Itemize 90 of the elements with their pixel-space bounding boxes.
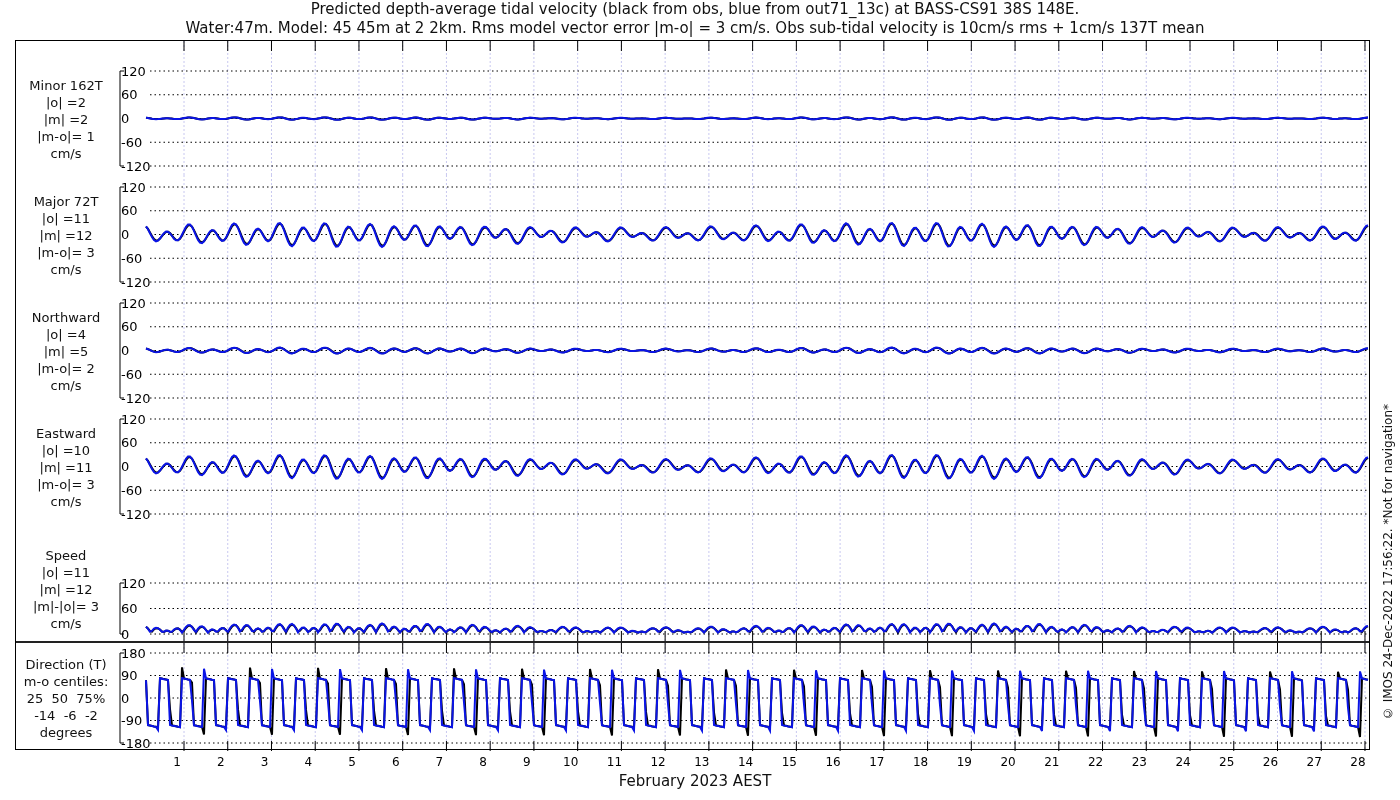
- panel-label: |o| =4: [46, 326, 86, 343]
- x-tick-label: 24: [1175, 755, 1191, 769]
- y-tick-label: 180: [121, 645, 146, 661]
- x-tick-label: 5: [348, 755, 356, 769]
- panel-label: Direction (T): [25, 656, 107, 673]
- x-tick-label: 6: [391, 755, 400, 769]
- y-tick-label: 120: [121, 295, 146, 311]
- panel-label: |m|-|o|= 3: [32, 598, 100, 615]
- x-tick-label: 26: [1262, 755, 1279, 769]
- x-tick-label: 13: [694, 755, 710, 769]
- panel-label: |o| =2: [46, 94, 86, 111]
- panel-label: |m| =2: [43, 111, 89, 128]
- y-tick-label: 60: [121, 601, 138, 616]
- x-tick-label: 9: [523, 755, 531, 769]
- panel-label: Speed: [45, 547, 87, 564]
- panel-label: |m| =12: [39, 581, 93, 598]
- y-tick-label: 0: [121, 690, 130, 706]
- x-tick-label: 27: [1306, 755, 1322, 769]
- panel-label: degrees: [39, 724, 93, 741]
- panel-label: -14 -6 -2: [34, 707, 98, 724]
- y-tick-label: 60: [121, 203, 138, 219]
- panel-label: Eastward: [36, 425, 96, 442]
- y-tick-label: 0: [121, 459, 130, 474]
- panel-label: |o| =11: [41, 564, 91, 581]
- y-tick-label: 120: [121, 411, 146, 427]
- x-tick-label: 14: [738, 755, 754, 769]
- x-tick-label: 15: [781, 755, 797, 769]
- y-tick-label: 0: [121, 626, 130, 641]
- x-tick-label: 4: [304, 755, 313, 769]
- panel-label: Minor 162T: [29, 77, 103, 94]
- x-tick-label: 7: [435, 755, 444, 769]
- y-tick-label: -120: [121, 274, 151, 290]
- x-tick-label: 16: [825, 755, 841, 769]
- x-tick-label: 20: [1000, 755, 1016, 769]
- x-tick-label: 11: [606, 755, 623, 769]
- panel-label: Major 72T: [33, 193, 99, 210]
- panel-label: 25 50 75%: [26, 690, 106, 707]
- x-tick-label: 19: [956, 755, 972, 769]
- y-tick-label: -120: [121, 158, 151, 174]
- y-tick-label: 60: [121, 319, 138, 335]
- x-tick-label: 23: [1131, 755, 1147, 769]
- x-tick-label: 17: [869, 755, 885, 769]
- y-tick-label: -180: [121, 735, 151, 751]
- x-tick-label: 8: [479, 755, 487, 769]
- y-tick-label: 0: [121, 111, 130, 126]
- panel-label: cm/s: [50, 377, 82, 394]
- panel-label: |m| =12: [39, 227, 93, 244]
- panel-label: |o| =10: [41, 442, 91, 459]
- panel-label: |m-o|= 1: [37, 128, 95, 145]
- y-tick-label: -60: [121, 482, 143, 498]
- x-tick-label: 1: [173, 755, 181, 769]
- x-tick-label: 21: [1044, 755, 1060, 769]
- panel-label: |m-o|= 3: [37, 476, 95, 493]
- panel-label: cm/s: [50, 493, 82, 510]
- y-tick-label: 0: [121, 227, 130, 242]
- x-tick-label: 28: [1350, 755, 1366, 769]
- y-tick-label: -60: [121, 250, 143, 266]
- y-tick-label: 90: [121, 668, 138, 683]
- x-axis-label: February 2023 AEST: [618, 772, 772, 790]
- panel-label: cm/s: [50, 261, 82, 278]
- y-tick-label: 120: [121, 575, 146, 591]
- panel-label: m-o centiles:: [23, 673, 109, 690]
- panel-label: cm/s: [50, 145, 82, 162]
- panel-label: |m-o|= 2: [37, 360, 95, 377]
- x-tick-label: 3: [260, 755, 269, 769]
- panel-label: |m| =5: [43, 343, 89, 360]
- x-tick-label: 25: [1219, 755, 1235, 769]
- y-tick-label: 120: [121, 179, 146, 195]
- panel-label: Northward: [31, 309, 101, 326]
- x-tick-label: 2: [216, 755, 225, 769]
- panel-label: cm/s: [50, 615, 82, 632]
- panel-label: |m| =11: [39, 459, 93, 476]
- chart-title: Water:47m. Model: 45 45m at 2 2km. Rms model vector error |m-o| = 3 cm/s. Obs sub-tidal velocity is 10cm/s rms + 1cm/s 137T mean: [185, 19, 1205, 38]
- copyright-note: © IMOS 24-Dec-2022 17:56:22. *Not for navigation*: [1380, 404, 1395, 721]
- y-tick-label: -90: [121, 713, 143, 728]
- y-tick-label: 60: [121, 435, 138, 451]
- x-tick-label: 10: [563, 755, 579, 769]
- y-tick-label: -60: [121, 366, 143, 382]
- panel-label: |m-o|= 3: [37, 244, 95, 261]
- y-tick-label: 60: [121, 87, 138, 103]
- panel-label: |o| =11: [41, 210, 91, 227]
- x-tick-label: 12: [650, 755, 666, 769]
- y-tick-label: 0: [121, 343, 130, 358]
- chart-title: Predicted depth-average tidal velocity (black from obs, blue from out71_13c) at BASS-CS91 38S 148E.: [310, 0, 1080, 19]
- y-tick-label: -120: [121, 390, 151, 406]
- y-tick-label: -60: [121, 134, 143, 150]
- y-tick-label: 120: [121, 63, 146, 79]
- x-tick-label: 22: [1087, 755, 1104, 769]
- x-tick-label: 18: [912, 755, 929, 769]
- y-tick-label: -120: [121, 506, 151, 522]
